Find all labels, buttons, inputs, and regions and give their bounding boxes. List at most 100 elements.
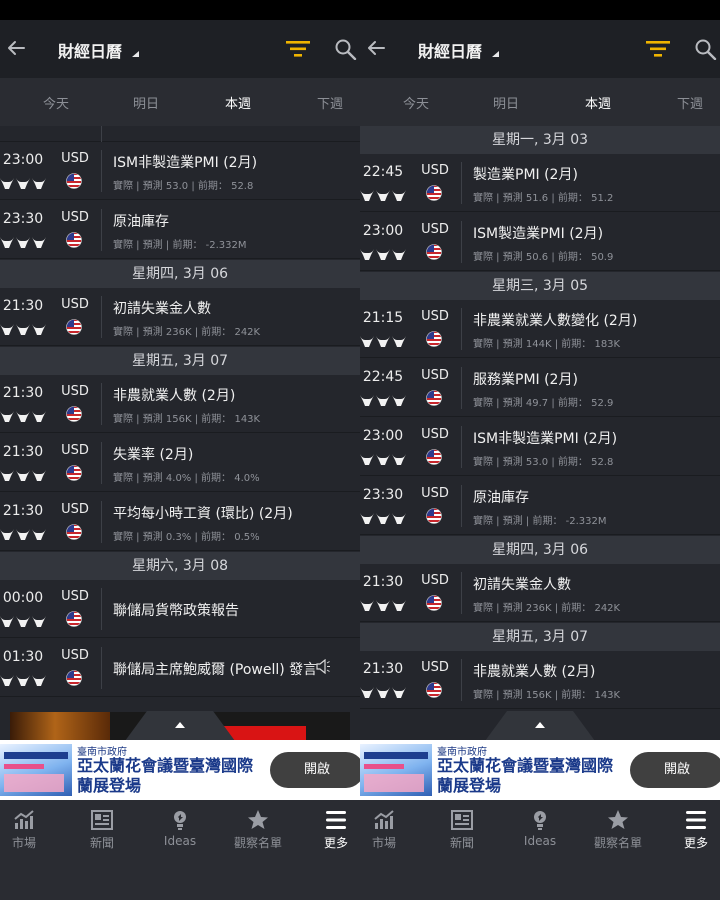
- us-flag-icon: [66, 524, 82, 540]
- ad-thumb-part: [4, 752, 68, 759]
- ad-thumb-part: [4, 774, 64, 792]
- nav-item-1[interactable]: 新聞: [67, 808, 137, 858]
- us-flag-icon: [66, 611, 82, 627]
- us-flag-icon: [66, 670, 82, 686]
- day-header: 星期四, 3月 06: [0, 260, 360, 288]
- event-title: 初請失業金人數: [113, 301, 211, 317]
- row-divider: [101, 209, 102, 251]
- ad-open-button[interactable]: 開啟: [270, 752, 360, 788]
- date-tabs: 今天 明日 本週 下週: [0, 78, 360, 126]
- page-title[interactable]: 財經日曆: [418, 38, 482, 62]
- event-currency: USD: [421, 573, 449, 588]
- importance-bulls-icon: [0, 529, 46, 540]
- event-stats: 實際 | 預測 236K | 前期： 242K: [473, 603, 621, 614]
- nav-item-0[interactable]: 市場: [360, 808, 419, 858]
- ad-headline: 亞太蘭花會議暨臺灣國際蘭展登場: [77, 756, 254, 795]
- event-title: ISM製造業PMI (2月): [473, 226, 604, 242]
- nav-label: 新聞: [449, 836, 474, 850]
- nav-item-0[interactable]: 市場: [0, 808, 59, 858]
- event-stats: 實際 | 預測 156K | 前期： 143K: [473, 690, 621, 701]
- nav-item-2[interactable]: Ideas: [145, 808, 215, 858]
- nav-item-4[interactable]: 更多: [661, 808, 720, 858]
- event-stats: 實際 | 預測 0.3% | 前期： 0.5%: [113, 532, 260, 543]
- event-currency: USD: [61, 502, 89, 517]
- event-row[interactable]: 21:15 USD 非農業就業人數變化 (2月) 實際 | 預測 144K | 前期：…: [360, 300, 720, 358]
- tab-1[interactable]: 明日: [476, 93, 536, 112]
- tab-3[interactable]: 下週: [660, 93, 720, 112]
- event-row[interactable]: 01:30 USD 聯儲局主席鮑威爾 (Powell) 發言: [0, 639, 360, 697]
- split-screen: 財經日曆今天明日本週下週實際 | 預測 49.7 | 前期： 52.923:00…: [0, 0, 720, 900]
- event-time: 23:30: [362, 487, 404, 503]
- event-stats: 實際 | 預測 | 前期： -2.332M: [113, 240, 247, 251]
- events-list: 星期一, 3月 03 22:45 USD 製造業PMI (2月) 實際 | 預測 51.…: [360, 126, 720, 711]
- event-currency: USD: [61, 443, 89, 458]
- collapse-ad-tab[interactable]: [485, 711, 595, 741]
- day-header: 星期一, 3月 03: [360, 126, 720, 154]
- chevron-up-icon: [535, 722, 545, 728]
- event-row[interactable]: 23:00 USD ISM非製造業PMI (2月) 實際 | 預測 53.0 | 前期…: [0, 142, 360, 200]
- filter-icon[interactable]: [286, 40, 310, 58]
- nav-item-3[interactable]: 觀察名單: [223, 808, 293, 858]
- event-stats: 實際 | 預測 51.6 | 前期： 51.2: [473, 193, 614, 204]
- event-time: 23:00: [362, 428, 404, 444]
- importance-bulls-icon: [0, 178, 46, 189]
- event-time: 01:30: [2, 649, 44, 665]
- event-row[interactable]: 22:45 USD 服務業PMI (2月) 實際 | 預測 49.7 | 前期： 52…: [360, 359, 720, 417]
- tab-2[interactable]: 本週: [208, 93, 268, 112]
- ad-banner[interactable]: 臺南市政府 亞太蘭花會議暨臺灣國際蘭展登場 開啟: [360, 740, 720, 800]
- tab-0[interactable]: 今天: [26, 93, 86, 112]
- calendar-pane-left: 財經日曆今天 明日 本週 下週實際 | 預測 49.7 | 前期： 52.923:00…: [0, 0, 360, 900]
- event-currency: USD: [61, 648, 89, 663]
- nav-item-3[interactable]: 觀察名單: [583, 808, 653, 858]
- search-icon[interactable]: [334, 38, 358, 60]
- importance-bulls-icon: [0, 411, 46, 422]
- event-row[interactable]: 21:30USD失業: [360, 710, 720, 711]
- event-time: 22:45: [362, 164, 404, 180]
- event-stats: 實際 | 預測 156K | 前期： 143K: [113, 414, 261, 425]
- event-row[interactable]: 21:30 USD 初請失業金人數 實際 | 預測 236K | 前期： 242K: [360, 564, 720, 622]
- event-row[interactable]: 23:30 USD 原油庫存 實際 | 預測 | 前期： -2.332M: [360, 477, 720, 535]
- event-row[interactable]: 21:30 USD 非農就業人數 (2月) 實際 | 預測 156K | 前期： 14…: [0, 375, 360, 433]
- tab-0[interactable]: 今天: [386, 93, 446, 112]
- tab-3[interactable]: 下週: [300, 93, 360, 112]
- event-row[interactable]: 22:45 USD 製造業PMI (2月) 實際 | 預測 51.6 | 前期： 51…: [360, 154, 720, 212]
- event-stats: 實際 | 預測 4.0% | 前期： 4.0%: [113, 473, 260, 484]
- event-row[interactable]: 23:00 USD ISM非製造業PMI (2月) 實際 | 預測 53.0 | 前期…: [360, 418, 720, 476]
- speaker-icon: [316, 659, 330, 674]
- event-row[interactable]: 23:00 USD ISM製造業PMI (2月) 實際 | 預測 50.6 | 前期：…: [360, 213, 720, 271]
- event-row[interactable]: 21:30 USD 失業率 (2月) 實際 | 預測 4.0% | 前期： 4.0%: [0, 434, 360, 492]
- us-flag-icon: [426, 185, 442, 201]
- back-arrow-icon[interactable]: [364, 32, 388, 64]
- nav-item-4[interactable]: 更多: [301, 808, 360, 858]
- event-time: 23:30: [2, 211, 44, 227]
- ad-banner[interactable]: 臺南市政府 亞太蘭花會議暨臺灣國際蘭展登場 開啟: [0, 740, 360, 800]
- tab-2[interactable]: 本週: [568, 93, 628, 112]
- event-row[interactable]: 21:30 USD 初請失業金人數 實際 | 預測 236K | 前期： 242K: [0, 288, 360, 346]
- ad-image-part: [10, 712, 110, 740]
- market-chart-icon: [14, 810, 34, 829]
- search-icon[interactable]: [694, 38, 718, 60]
- caret-down-icon[interactable]: [132, 51, 139, 57]
- row-divider: [101, 501, 102, 543]
- filter-icon[interactable]: [646, 40, 670, 58]
- event-row[interactable]: 21:30 USD 平均每小時工資 (環比) (2月) 實際 | 預測 0.3% | …: [0, 493, 360, 551]
- row-divider: [461, 367, 462, 409]
- event-row[interactable]: 00:00 USD 聯儲局貨幣政策報告: [0, 580, 360, 638]
- event-currency: USD: [61, 384, 89, 399]
- event-currency: USD: [421, 427, 449, 442]
- nav-item-1[interactable]: 新聞: [427, 808, 497, 858]
- event-time: 21:30: [2, 444, 44, 460]
- caret-down-icon[interactable]: [492, 51, 499, 57]
- ad-open-button[interactable]: 開啟: [630, 752, 720, 788]
- back-arrow-icon[interactable]: [4, 32, 28, 64]
- event-row[interactable]: 21:30 USD 非農就業人數 (2月) 實際 | 預測 156K | 前期： 14…: [360, 651, 720, 709]
- tab-1[interactable]: 明日: [116, 93, 176, 112]
- event-row[interactable]: 23:30 USD 原油庫存 實際 | 預測 | 前期： -2.332M: [0, 201, 360, 259]
- page-title[interactable]: 財經日曆: [58, 38, 122, 62]
- importance-bulls-icon: [360, 336, 406, 347]
- nav-item-2[interactable]: Ideas: [505, 808, 575, 858]
- event-currency: USD: [421, 163, 449, 178]
- importance-bulls-icon: [360, 687, 406, 698]
- event-row[interactable]: 實際 | 預測 49.7 | 前期： 52.9: [0, 126, 360, 162]
- us-flag-icon: [66, 465, 82, 481]
